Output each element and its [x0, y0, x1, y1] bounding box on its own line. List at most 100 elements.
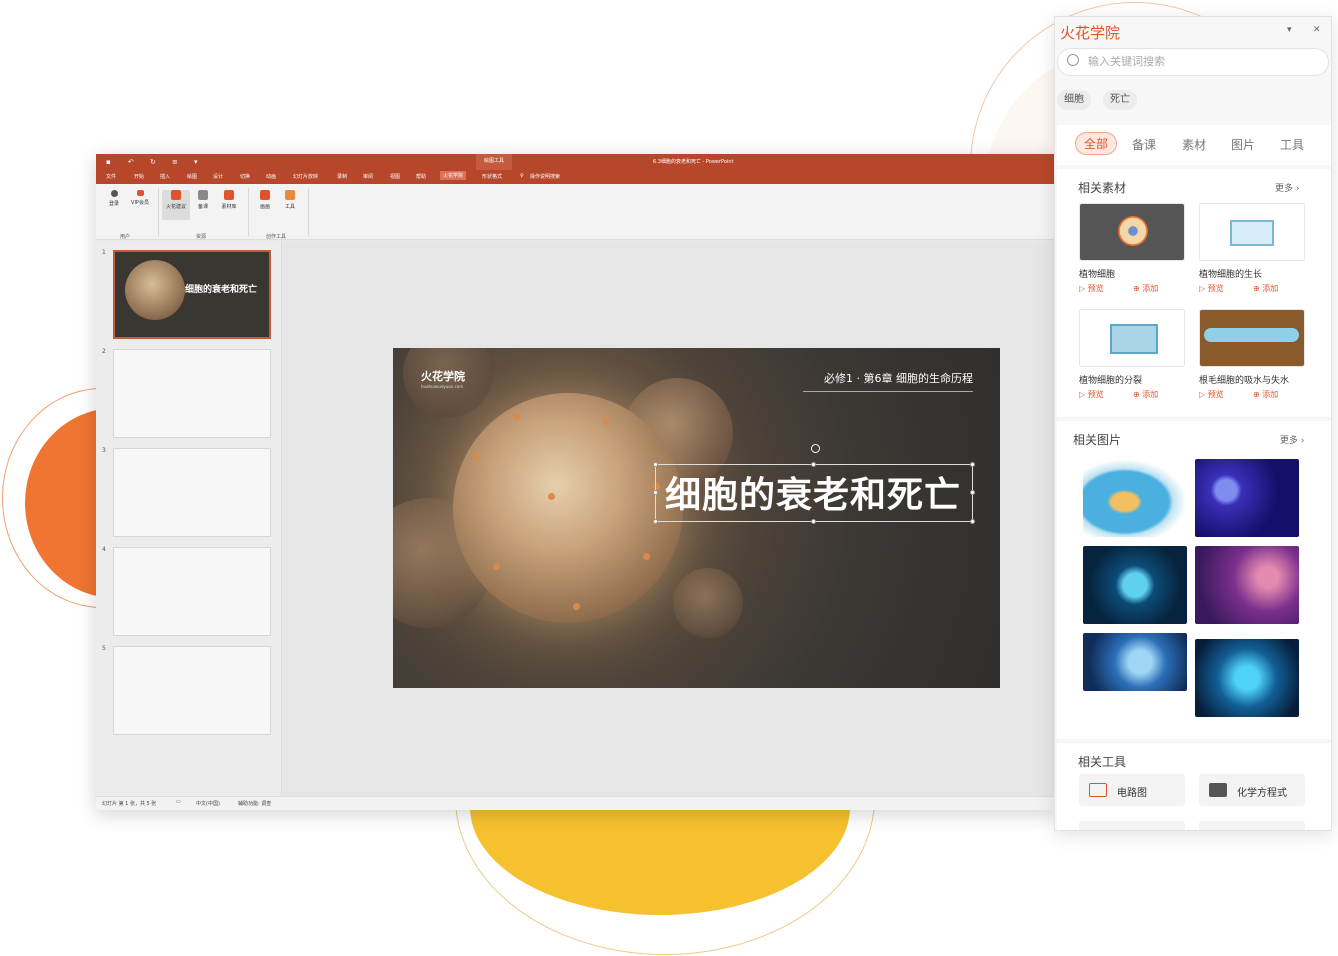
material-thumb[interactable]	[1199, 309, 1305, 367]
slide-thumbnail-5[interactable]	[113, 646, 271, 735]
cell-diagram-picture[interactable]	[1083, 459, 1187, 537]
draw-button[interactable]: 画画	[254, 190, 276, 220]
tab-shape-format[interactable]: 形状格式	[482, 173, 502, 180]
slide-thumbnail-3[interactable]	[113, 448, 271, 537]
resize-handle[interactable]	[970, 462, 975, 467]
cell-spike	[473, 453, 480, 460]
add-button[interactable]: ⊕ 添加	[1253, 283, 1278, 294]
slide-thumbnail-2[interactable]	[113, 349, 271, 438]
add-button[interactable]: ⊕ 添加	[1253, 389, 1278, 400]
chemical-equation-tool[interactable]: 化学方程式	[1199, 774, 1305, 806]
pictures-title: 相关图片	[1073, 433, 1122, 447]
tab-design[interactable]: 设计	[213, 173, 223, 180]
tag-chip[interactable]: 死亡	[1103, 90, 1137, 110]
blue-cell-picture[interactable]	[1083, 633, 1187, 691]
tab-slideshow[interactable]: 幻灯片放映	[293, 173, 318, 180]
add-button[interactable]: ⊕ 添加	[1133, 389, 1158, 400]
resize-handle[interactable]	[653, 490, 658, 495]
pictures-section: 相关图片 更多 ›	[1057, 421, 1331, 739]
preview-button[interactable]: ▷ 预览	[1199, 389, 1224, 400]
purple-cells-picture[interactable]	[1195, 459, 1299, 537]
tab-lesson-prep[interactable]: 备课	[1132, 136, 1156, 153]
login-button[interactable]: 登录	[103, 190, 125, 220]
slide-title[interactable]: 细胞的衰老和死亡	[665, 466, 961, 518]
tab-help[interactable]: 帮助	[416, 173, 426, 180]
cell-division-image	[1110, 324, 1158, 354]
tab-transitions[interactable]: 切换	[240, 173, 250, 180]
tag-chip[interactable]: 细胞	[1057, 90, 1091, 110]
dropdown-icon[interactable]: ▾	[194, 158, 198, 166]
close-icon[interactable]: ✕	[1313, 25, 1321, 35]
tab-tools[interactable]: 工具	[1280, 136, 1304, 153]
preview-button[interactable]: ▷ 预览	[1199, 283, 1224, 294]
tab-file[interactable]: 文件	[106, 173, 116, 180]
redo-icon[interactable]: ↻	[150, 158, 156, 166]
material-thumb[interactable]	[1079, 203, 1185, 261]
tab-home[interactable]: 开始	[134, 173, 144, 180]
search-input[interactable]	[1088, 55, 1318, 68]
cell-spike	[548, 493, 555, 500]
rotate-handle[interactable]	[811, 444, 820, 453]
prep-button[interactable]: 备课	[192, 190, 214, 220]
toolbox-icon	[285, 190, 295, 200]
blue-eggs-picture[interactable]	[1083, 546, 1187, 624]
draw-icon	[260, 190, 270, 200]
vip-button[interactable]: VIP会员	[128, 190, 152, 220]
chevron-down-icon[interactable]: ▾	[1287, 25, 1292, 35]
cell-image-main	[453, 393, 683, 623]
slide-chapter: 必修1 · 第6章 细胞的生命历程	[803, 370, 973, 392]
customize-icon[interactable]: ≡	[172, 158, 178, 166]
resize-handle[interactable]	[653, 462, 658, 467]
dna-virus-picture[interactable]	[1195, 546, 1299, 624]
tab-view[interactable]: 视图	[390, 173, 400, 180]
tab-materials[interactable]: 素材	[1182, 136, 1206, 153]
slide-thumbnail-1[interactable]: 细胞的衰老和死亡	[113, 250, 271, 339]
accessibility-status[interactable]: 辅助功能: 调查	[238, 800, 271, 807]
tab-all[interactable]: 全部	[1075, 132, 1118, 155]
resize-handle[interactable]	[970, 490, 975, 495]
undo-icon[interactable]: ↶	[128, 158, 134, 166]
tell-me-search[interactable]: 操作说明搜索	[530, 173, 560, 180]
cell-spike	[493, 563, 500, 570]
language-status[interactable]: 中文(中国)	[196, 800, 220, 807]
slide-canvas[interactable]: 火花学院 huahuaxueyuan.com 必修1 · 第6章 细胞的生命历程…	[393, 348, 1000, 688]
tool-button-more[interactable]	[1079, 821, 1185, 830]
materials-more-link[interactable]: 更多 ›	[1275, 181, 1299, 194]
tool-button-more[interactable]	[1199, 821, 1305, 830]
cell-image	[673, 568, 743, 638]
user-icon	[110, 190, 118, 197]
tab-huohua[interactable]: 火花学院	[440, 171, 467, 180]
resize-handle[interactable]	[811, 519, 816, 524]
search-box	[1057, 48, 1329, 76]
slide-thumbnail-4[interactable]	[113, 547, 271, 636]
h2o-icon	[1209, 783, 1227, 797]
tab-animations[interactable]: 动画	[266, 173, 276, 180]
pictures-more-link[interactable]: 更多 ›	[1280, 433, 1304, 446]
cell-spike	[573, 603, 580, 610]
material-library-button[interactable]: 素材库	[217, 190, 241, 220]
save-icon[interactable]: ▪	[106, 158, 111, 166]
search-icon[interactable]	[1067, 54, 1079, 66]
ribbon: 登录 VIP会员 火花建议 备课 素材库 画画 工具 用户 资源 创作工具	[96, 184, 1054, 240]
category-tabs: 全部 备课 素材 图片 工具	[1057, 125, 1331, 165]
powerpoint-window: ▪ ↶ ↻ ≡ ▾ 绘图工具 6.3细胞的衰老和死亡 - PowerPoint …	[96, 154, 1054, 810]
resize-handle[interactable]	[970, 519, 975, 524]
notes-icon[interactable]: ▭	[176, 799, 181, 805]
add-button[interactable]: ⊕ 添加	[1133, 283, 1158, 294]
preview-button[interactable]: ▷ 预览	[1079, 283, 1104, 294]
tab-review[interactable]: 审阅	[363, 173, 373, 180]
cell-spike	[643, 553, 650, 560]
thumb-title: 细胞的衰老和死亡	[185, 285, 258, 295]
tab-images[interactable]: 图片	[1231, 136, 1255, 153]
tools-button[interactable]: 工具	[279, 190, 301, 220]
tab-insert[interactable]: 插入	[160, 173, 170, 180]
resize-handle[interactable]	[653, 519, 658, 524]
suggest-button[interactable]: 火花建议	[162, 190, 190, 220]
preview-button[interactable]: ▷ 预览	[1079, 389, 1104, 400]
tab-record[interactable]: 录制	[337, 173, 347, 180]
tab-draw[interactable]: 绘图	[187, 173, 197, 180]
glowing-cells-picture[interactable]	[1195, 639, 1299, 717]
material-thumb[interactable]	[1199, 203, 1305, 261]
material-thumb[interactable]	[1079, 309, 1185, 367]
circuit-diagram-tool[interactable]: 电路图	[1079, 774, 1185, 806]
